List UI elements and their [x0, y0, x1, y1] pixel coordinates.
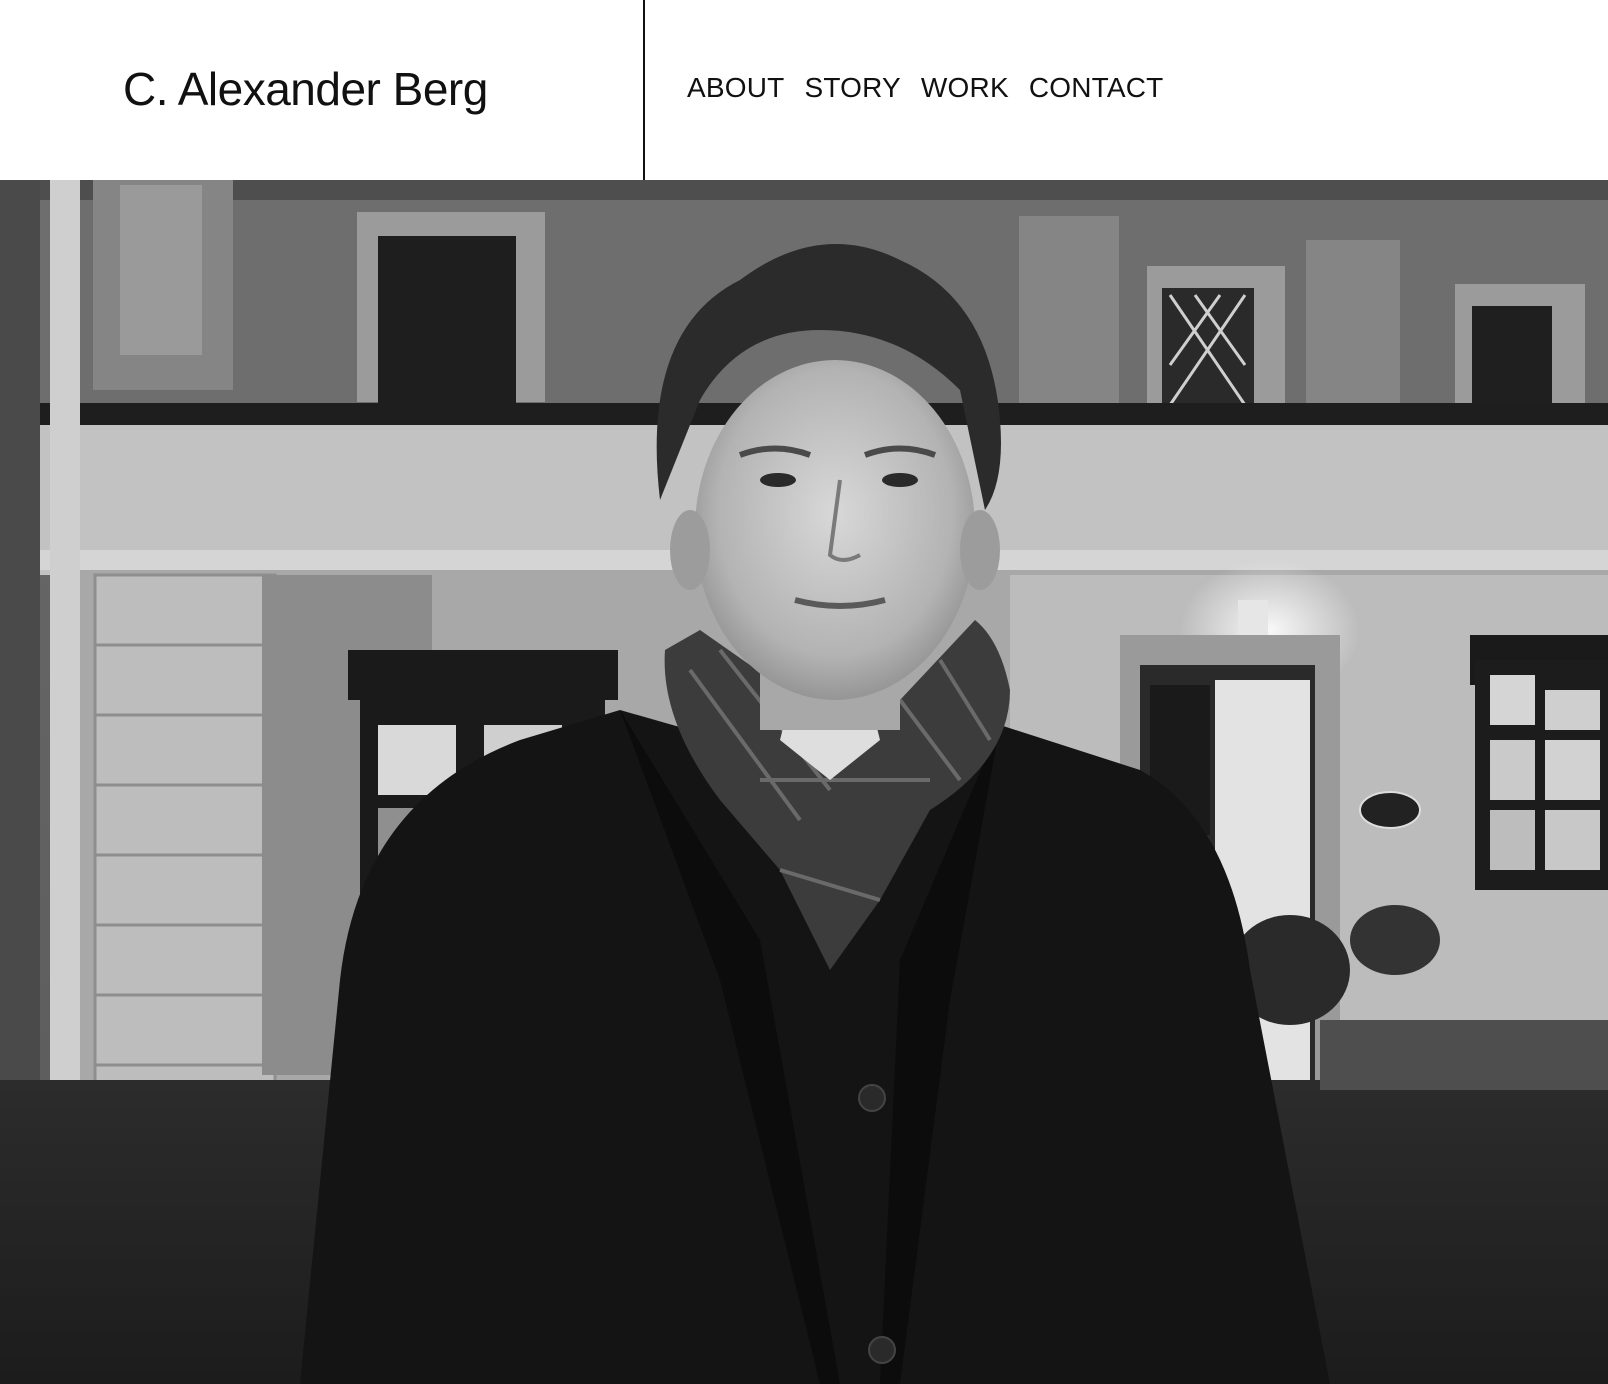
site-title-link[interactable]: C. Alexander Berg: [123, 62, 488, 116]
nav-story[interactable]: STORY: [804, 72, 900, 104]
portrait-image: [0, 180, 1608, 1384]
site-header: C. Alexander Berg ABOUT STORY WORK CONTA…: [0, 0, 1608, 180]
nav-contact[interactable]: CONTACT: [1029, 72, 1164, 104]
nav-about[interactable]: ABOUT: [687, 72, 784, 104]
main-nav: ABOUT STORY WORK CONTACT: [687, 72, 1163, 104]
nav-work[interactable]: WORK: [921, 72, 1009, 104]
hero-photo: [0, 180, 1608, 1384]
header-divider: [643, 0, 645, 180]
